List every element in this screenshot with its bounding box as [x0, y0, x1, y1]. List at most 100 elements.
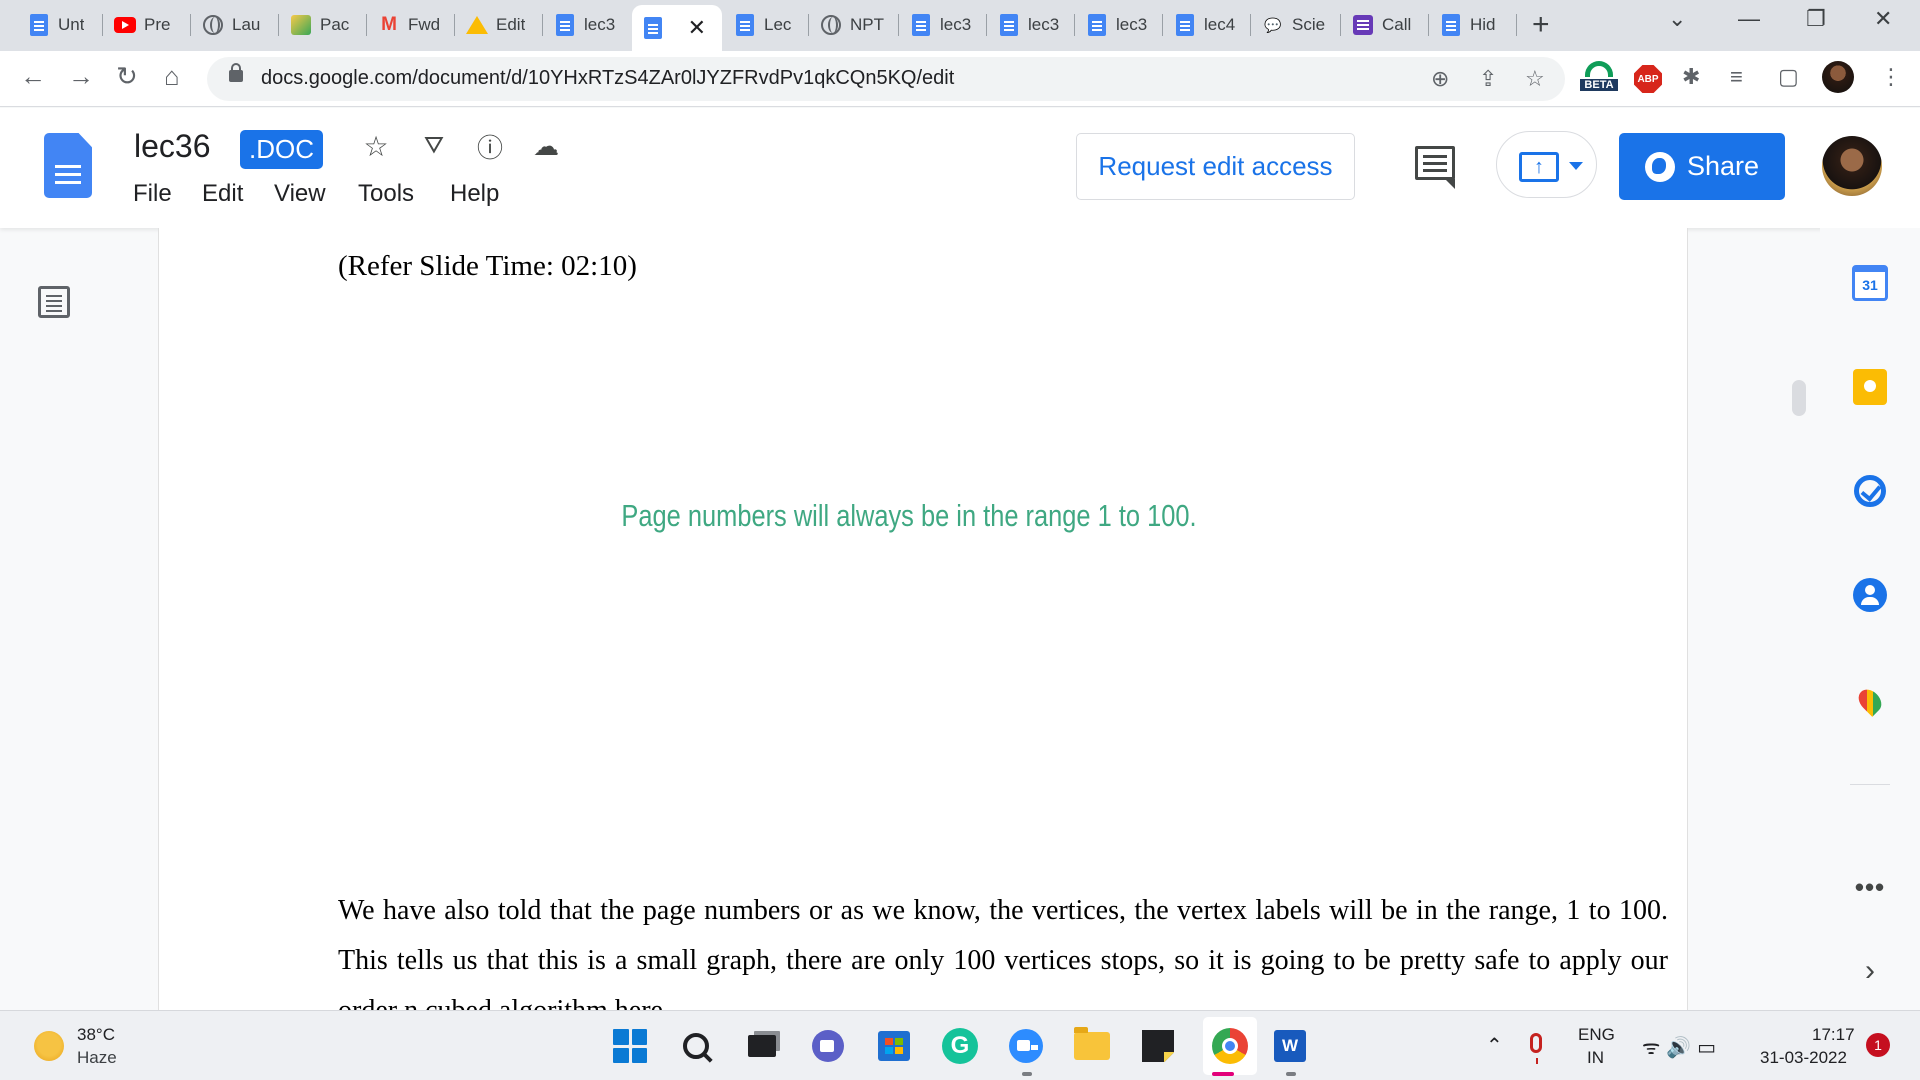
chrome-button[interactable]	[1210, 1026, 1250, 1066]
calendar-app-button[interactable]: 31	[1851, 264, 1889, 302]
close-tab-icon[interactable]: ✕	[688, 15, 706, 41]
file-explorer-button[interactable]	[1072, 1026, 1112, 1066]
chat-icon: 💬	[1264, 16, 1282, 33]
browser-tab[interactable]: M Fwd	[368, 7, 444, 43]
vertical-scrollbar-thumb[interactable]	[1792, 380, 1806, 416]
input-language[interactable]: ENG	[1578, 1025, 1615, 1045]
minimize-icon[interactable]: —	[1738, 6, 1760, 32]
browser-tab[interactable]: lec4	[1164, 7, 1242, 43]
zoom-icon[interactable]: ⊕	[1431, 66, 1449, 92]
document-title[interactable]: lec36	[134, 128, 211, 165]
chrome-icon	[1212, 1028, 1248, 1064]
more-menu-icon[interactable]: ⋮	[1880, 64, 1902, 90]
contacts-app-button[interactable]	[1851, 576, 1889, 614]
browser-tab[interactable]: lec3	[988, 7, 1066, 43]
tab-search-chevron-icon[interactable]: ⌄	[1668, 6, 1686, 32]
browser-tab[interactable]: Call	[1342, 7, 1420, 43]
cloud-status-icon[interactable]: ☁	[530, 130, 562, 162]
task-view-button[interactable]	[742, 1026, 782, 1066]
close-window-icon[interactable]: ✕	[1874, 6, 1892, 32]
docs-logo-icon[interactable]	[44, 133, 92, 198]
expand-side-panel-button[interactable]: ›	[1851, 952, 1889, 990]
share-page-icon[interactable]: ⇪	[1479, 66, 1497, 92]
show-hidden-icons-chevron-icon[interactable]: ⌃	[1486, 1033, 1503, 1058]
teams-chat-button[interactable]	[808, 1026, 848, 1066]
tasks-app-button[interactable]	[1851, 472, 1889, 510]
notification-badge[interactable]: 1	[1866, 1033, 1890, 1057]
microsoft-store-button[interactable]	[874, 1026, 914, 1066]
more-apps-button[interactable]: •••	[1851, 868, 1889, 906]
word-button[interactable]: W	[1270, 1026, 1310, 1066]
grammarly-button[interactable]: G	[940, 1026, 980, 1066]
weather-condition[interactable]: Haze	[77, 1048, 117, 1068]
star-icon[interactable]: ☆	[360, 130, 392, 162]
request-edit-access-button[interactable]: Request edit access	[1076, 133, 1355, 200]
docs-icon	[1440, 14, 1462, 36]
document-outline-icon[interactable]	[38, 286, 70, 318]
present-button[interactable]: ↑	[1496, 131, 1597, 198]
weather-haze-icon[interactable]	[34, 1031, 64, 1061]
url-text[interactable]: docs.google.com/document/d/10YHxRTzS4ZAr…	[261, 67, 954, 90]
docs-icon	[734, 14, 756, 36]
search-button[interactable]	[676, 1026, 716, 1066]
microphone-icon[interactable]	[1530, 1033, 1542, 1064]
browser-tab[interactable]: 💬 Scie	[1252, 7, 1334, 43]
browser-tab[interactable]: Pac	[280, 7, 356, 43]
globe-icon	[202, 14, 224, 36]
lock-icon[interactable]	[229, 63, 243, 82]
browser-tab[interactable]: NPT	[810, 7, 890, 43]
menu-file[interactable]: File	[133, 180, 172, 208]
reload-icon[interactable]: ↻	[116, 61, 138, 92]
address-bar[interactable]: docs.google.com/document/d/10YHxRTzS4ZAr…	[207, 57, 1565, 101]
zoom-icon	[1009, 1029, 1043, 1063]
bookmark-star-icon[interactable]: ☆	[1525, 66, 1545, 92]
comments-icon[interactable]	[1415, 146, 1455, 189]
reading-list-icon[interactable]: ≡	[1730, 64, 1743, 90]
menu-edit[interactable]: Edit	[202, 180, 243, 208]
side-panel-icon[interactable]: ▢	[1778, 64, 1799, 90]
network-volume-battery-icons[interactable]: ᯤ🔊▭	[1642, 1033, 1722, 1060]
input-region[interactable]: IN	[1587, 1048, 1604, 1068]
browser-tab[interactable]: Hid	[1430, 7, 1508, 43]
menu-view[interactable]: View	[274, 180, 326, 208]
info-icon[interactable]: ⓘ	[474, 130, 506, 163]
pac-icon	[290, 14, 312, 36]
browser-tab-active[interactable]: ✕	[632, 5, 722, 51]
share-button[interactable]: Share	[1619, 133, 1785, 200]
keep-app-button[interactable]	[1851, 368, 1889, 406]
docs-icon	[1174, 14, 1196, 36]
new-tab-plus-icon[interactable]: +	[1532, 8, 1550, 42]
task-view-icon	[748, 1035, 776, 1057]
browser-tab[interactable]: Lec	[724, 7, 800, 43]
forward-arrow-icon[interactable]: →	[68, 61, 94, 92]
browser-tab[interactable]: Pre	[104, 7, 180, 43]
clock-date[interactable]: 31-03-2022	[1760, 1048, 1847, 1068]
browser-tab[interactable]: Lau	[192, 7, 268, 43]
tab-title: Lau	[232, 15, 261, 34]
profile-avatar[interactable]	[1822, 61, 1854, 93]
browser-tab[interactable]: lec3	[900, 7, 978, 43]
zoom-app-button[interactable]	[1006, 1026, 1046, 1066]
sticky-notes-button[interactable]	[1138, 1026, 1178, 1066]
start-button[interactable]	[610, 1026, 650, 1066]
menu-help[interactable]: Help	[450, 180, 499, 208]
grammarly-icon: G	[942, 1028, 978, 1064]
restore-icon[interactable]: ❐	[1806, 6, 1826, 32]
browser-tab[interactable]: Unt	[18, 7, 94, 43]
back-arrow-icon[interactable]: ←	[20, 61, 46, 92]
browser-tab[interactable]: Edit	[456, 7, 534, 43]
browser-tab[interactable]: lec3	[1076, 7, 1154, 43]
account-avatar[interactable]	[1822, 136, 1882, 196]
browser-tab[interactable]: lec3	[544, 7, 620, 43]
extensions-puzzle-icon[interactable]: ✱	[1682, 64, 1700, 90]
beta-extension-icon[interactable]: BETA	[1580, 61, 1618, 101]
home-icon[interactable]: ⌂	[164, 61, 180, 92]
weather-temperature[interactable]: 38°C	[77, 1025, 115, 1045]
clock-time[interactable]: 17:17	[1812, 1025, 1855, 1045]
body-paragraph: We have also told that the page numbers …	[338, 895, 1668, 1010]
maps-app-button[interactable]	[1851, 682, 1889, 720]
menu-tools[interactable]: Tools	[358, 180, 414, 208]
adblock-icon[interactable]: ABP	[1634, 65, 1662, 93]
document-page[interactable]: (Refer Slide Time: 02:10) Page numbers w…	[158, 228, 1688, 1010]
move-to-drive-icon[interactable]: ⛛	[418, 130, 450, 162]
